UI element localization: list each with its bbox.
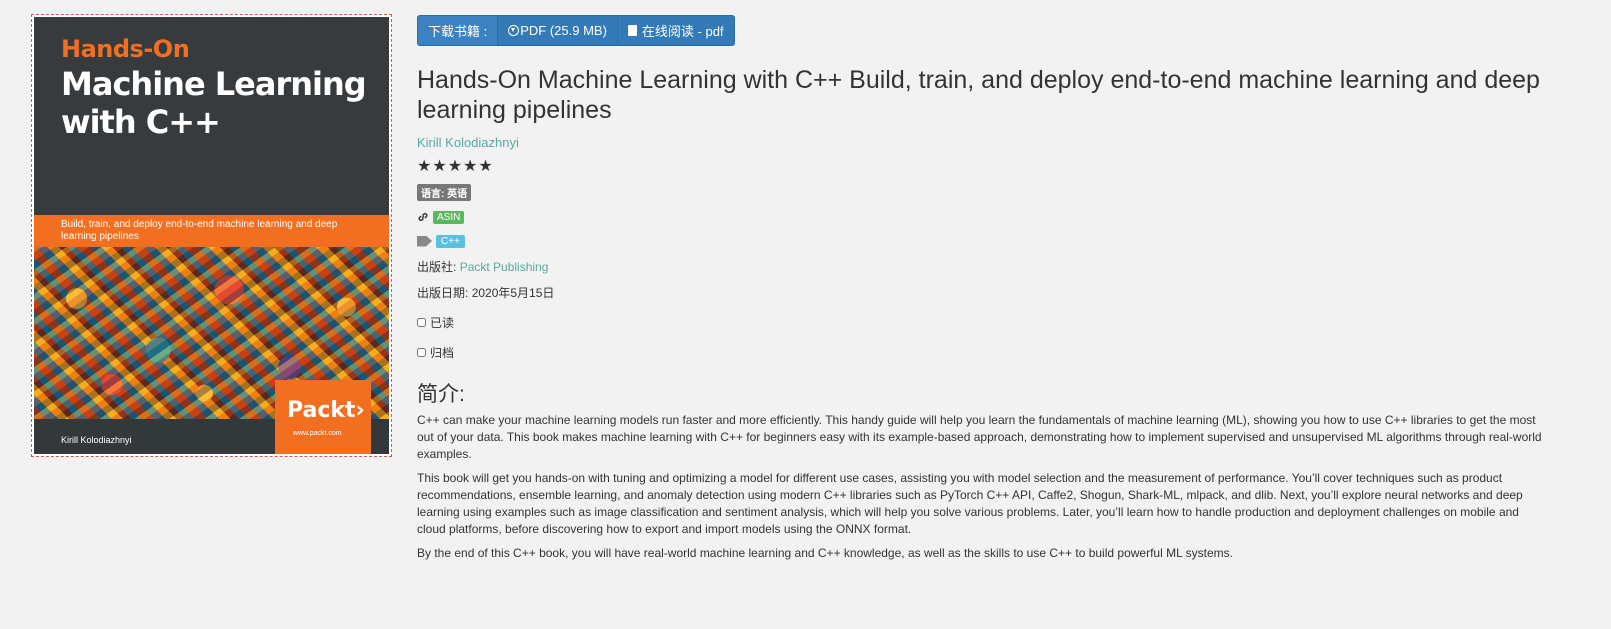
archive-label: 归档 xyxy=(430,346,455,360)
intro-heading: 简介: xyxy=(417,383,465,406)
publisher-label: 出版社: xyxy=(417,260,457,274)
packt-url: www.packt.com xyxy=(293,430,342,437)
read-online-button[interactable]: 在线阅读 - pdf xyxy=(618,16,734,45)
read-online-label: 在线阅读 - pdf xyxy=(641,24,724,39)
download-icon xyxy=(508,25,520,36)
book-cover[interactable]: Hands-On Machine Learning with C++ Build… xyxy=(31,14,392,457)
publisher-row: 出版社: Packt Publishing xyxy=(417,258,1547,275)
description-paragraph: C++ can make your machine learning model… xyxy=(417,413,1542,461)
language-badge: 语言: 英语 xyxy=(417,184,472,201)
book-description: C++ can make your machine learning model… xyxy=(417,412,1547,562)
download-button-group: 下载书籍 : PDF (25.9 MB) 在线阅读 - pdf xyxy=(417,15,735,46)
cover-title: Machine Learning with C++ xyxy=(61,65,367,141)
identifier-row: ASIN xyxy=(417,209,1547,225)
author-link[interactable]: Kirill Kolodiazhnyi xyxy=(417,135,1547,150)
publish-date-label: 出版日期: xyxy=(417,286,469,300)
download-pdf-label: PDF (25.9 MB) xyxy=(520,23,607,38)
link-icon xyxy=(418,213,428,221)
download-label: 下载书籍 : xyxy=(418,16,499,45)
cover-subtitle-band: Build, train, and deploy end-to-end mach… xyxy=(34,215,389,247)
cover-kicker: Hands-On xyxy=(61,35,190,63)
description-paragraph: This book will get you hands-on with tun… xyxy=(417,471,1523,536)
read-label: 已读 xyxy=(430,316,455,330)
cover-subtitle: Build, train, and deploy end-to-end mach… xyxy=(61,219,338,242)
publish-date-value: 2020年5月15日 xyxy=(471,286,555,300)
tag-cpp[interactable]: C++ xyxy=(436,234,465,248)
download-pdf-button[interactable]: PDF (25.9 MB) xyxy=(498,16,618,45)
archive-toggle[interactable]: 归档 xyxy=(417,344,1547,361)
book-title: Hands-On Machine Learning with C++ Build… xyxy=(417,66,1540,124)
rating-stars: ★★★★★ xyxy=(417,158,494,175)
archive-checkbox[interactable] xyxy=(417,348,426,357)
book-details: 下载书籍 : PDF (25.9 MB) 在线阅读 - pdf Hands-On… xyxy=(417,15,1547,562)
packt-logo-box: Packt› www.packt.com xyxy=(275,380,371,454)
description-paragraph: By the end of this C++ book, you will ha… xyxy=(417,546,1233,560)
publisher-link[interactable]: Packt Publishing xyxy=(460,260,549,274)
book-icon xyxy=(627,25,637,36)
read-toggle[interactable]: 已读 xyxy=(417,314,1547,331)
packt-logo: Packt› xyxy=(287,398,365,423)
publish-date-row: 出版日期: 2020年5月15日 xyxy=(417,284,1547,301)
cover-image: Hands-On Machine Learning with C++ Build… xyxy=(34,17,389,454)
read-checkbox[interactable] xyxy=(417,318,426,327)
tags-icon xyxy=(417,235,432,247)
asin-badge[interactable]: ASIN xyxy=(433,210,465,224)
tags-row: C++ xyxy=(417,233,1547,249)
cover-author: Kirill Kolodiazhnyi xyxy=(61,435,132,445)
